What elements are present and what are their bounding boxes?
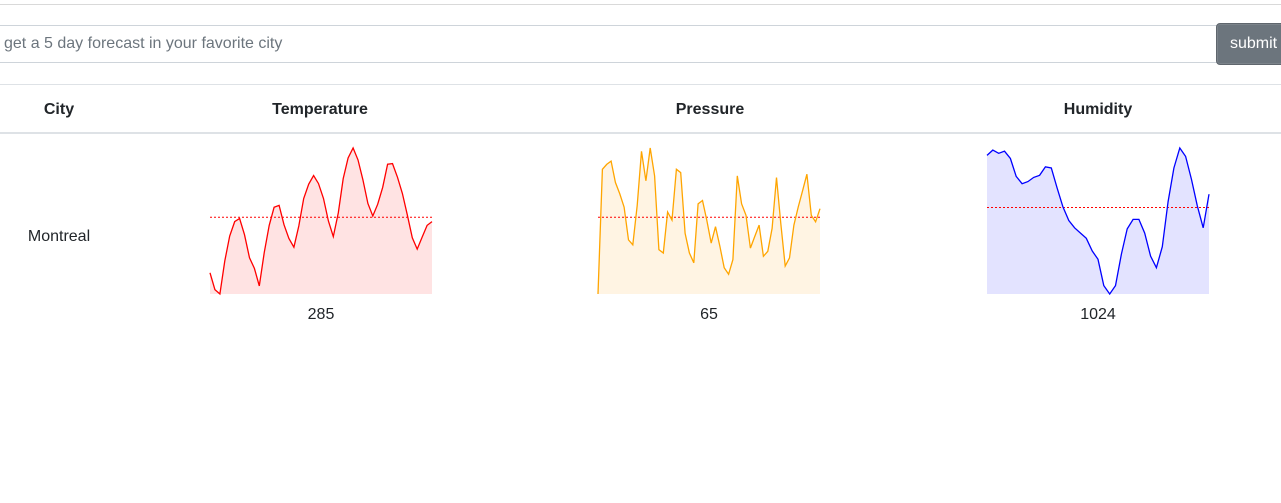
pressure-column-header: Pressure: [675, 101, 745, 118]
table-header: City Temperature Pressure Humidity: [0, 85, 1281, 134]
table-row: Montreal 285 65 1024: [0, 134, 1281, 334]
temperature-column-header: Temperature: [272, 101, 368, 118]
temperature-area: [210, 148, 432, 294]
search-form: submit: [0, 23, 1281, 65]
pressure-area: [598, 148, 820, 294]
temperature-average-value: 285: [307, 306, 335, 323]
city-search-input[interactable]: [0, 25, 1217, 63]
humidity-average-value: 1024: [1080, 306, 1116, 323]
temperature-sparkline: [209, 146, 433, 296]
humidity-area: [987, 148, 1209, 294]
city-name: Montreal: [27, 228, 91, 245]
top-divider: [0, 4, 1281, 5]
forecast-table: City Temperature Pressure Humidity Montr…: [0, 84, 1281, 334]
humidity-column-header: Humidity: [1063, 101, 1133, 118]
humidity-sparkline: [986, 146, 1210, 296]
city-column-header: City: [43, 101, 75, 118]
pressure-sparkline: [597, 146, 821, 296]
submit-button[interactable]: submit: [1216, 23, 1281, 65]
pressure-average-value: 65: [700, 306, 718, 323]
